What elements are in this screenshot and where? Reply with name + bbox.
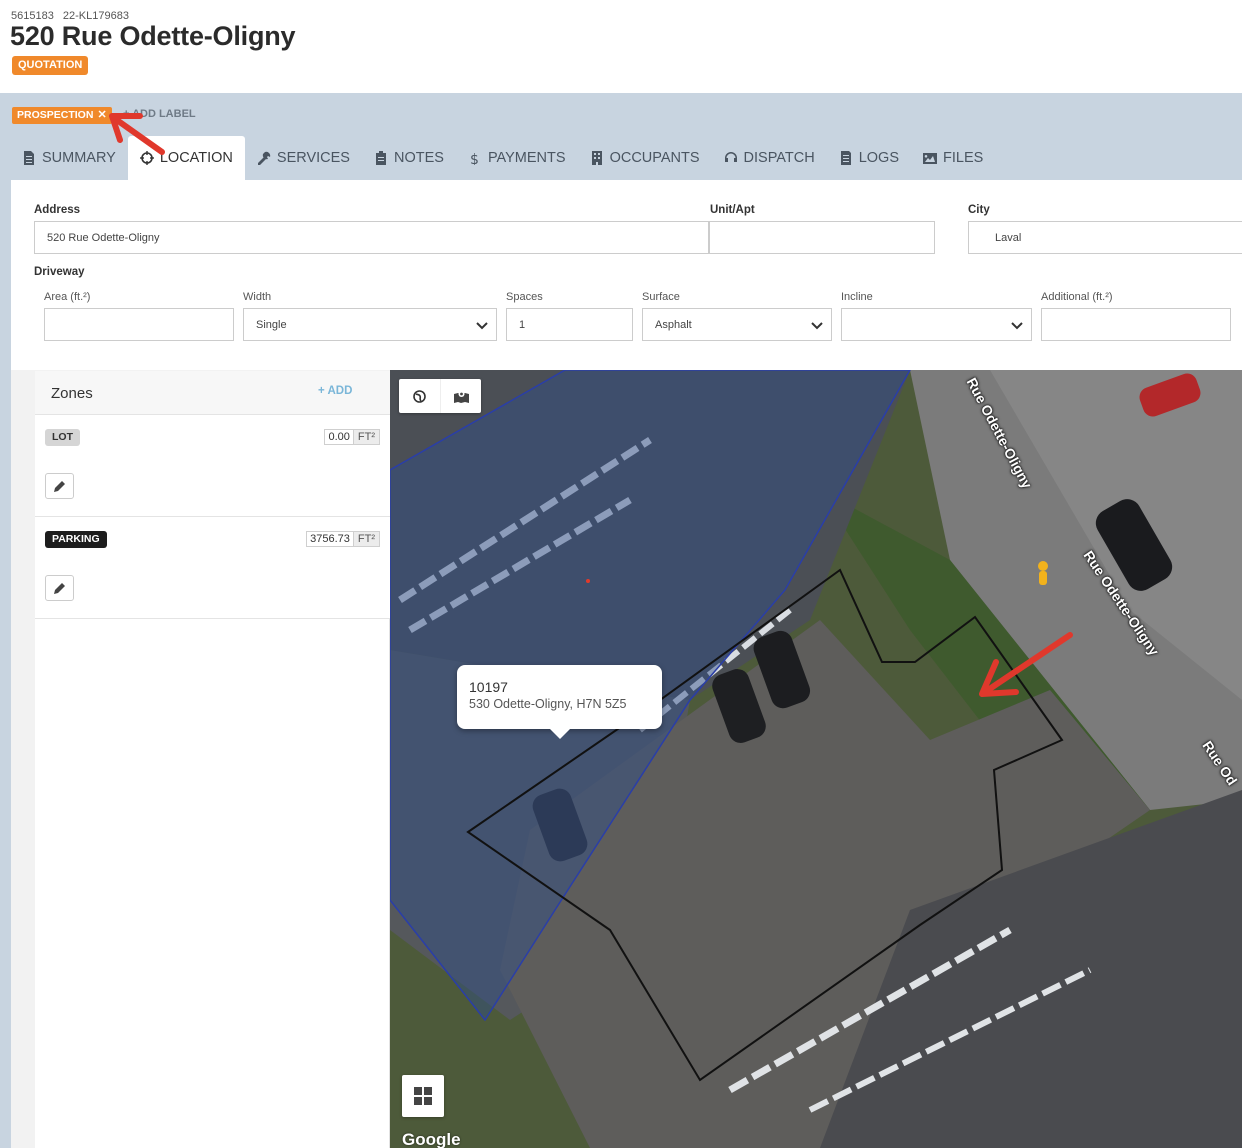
zone-area-value: 3756.73 [307,532,353,546]
page-header: 5615183 22-KL179683 520 Rue Odette-Olign… [0,0,1242,93]
tab-label: NOTES [393,150,444,166]
area-input[interactable] [44,308,234,341]
popup-address: 530 Odette-Oligny, H7N 5Z5 [469,697,627,711]
chevron-down-icon [811,321,823,329]
tab-label: PAYMENTS [487,150,566,166]
annotation-arrow-icon [109,113,165,155]
label-chip-text: PROSPECTION [17,109,94,121]
address-field[interactable]: 520 Rue Odette-Oligny [34,221,709,254]
tab-label: SERVICES [276,150,350,166]
svg-text:$: $ [470,152,479,165]
property-popup: 10197 530 Odette-Oligny, H7N 5Z5 [457,665,662,739]
dollar-icon: $ [470,152,479,165]
zone-badge: PARKING [45,531,107,548]
city-field[interactable]: Laval [968,221,1242,254]
grid-icon [414,1087,432,1105]
unit-field[interactable] [709,221,935,254]
tab-label: FILES [943,150,984,166]
edit-zone-button[interactable] [45,575,74,601]
label-chip-prospection: PROSPECTION ✕ [12,107,112,124]
tab-label: LOCATION [159,150,233,166]
page-title: 520 Rue Odette-Oligny [10,21,296,51]
globe-button[interactable] [399,379,440,413]
additional-input[interactable] [1041,308,1231,341]
wrench-icon [257,151,271,165]
address-label: Address [34,204,81,216]
driveway-label: Driveway [34,266,85,278]
popup-number: 10197 [469,679,508,695]
zone-item-lot: LOT 0.00 FT² [35,415,390,517]
tab-label: DISPATCH [743,150,815,166]
tab-label: LOGS [858,150,899,166]
tab-notes[interactable]: NOTES [362,136,456,180]
zones-header: Zones + ADD [35,371,390,415]
tab-dispatch[interactable]: DISPATCH [712,136,827,180]
globe-icon [413,389,426,403]
building-icon [591,151,602,165]
surface-value: Asphalt [655,318,692,331]
spaces-label: Spaces [506,291,543,303]
tab-occupants[interactable]: OCCUPANTS [578,136,712,180]
width-label: Width [243,291,272,303]
unit-label: Unit/Apt [710,204,755,216]
chevron-down-icon [476,321,488,329]
tab-files[interactable]: FILES [911,136,995,180]
tab-logs[interactable]: LOGS [827,136,911,180]
draw-tools-button[interactable] [402,1075,444,1117]
area-label: Area (ft.²) [44,291,91,303]
zone-area: 0.00 FT² [324,429,380,445]
tab-label: OCCUPANTS [609,150,700,166]
city-value: Laval [995,231,1022,244]
zone-area-unit: FT² [352,532,379,546]
add-zone-button[interactable]: + ADD [318,385,352,397]
spaces-value: 1 [519,318,526,331]
width-select[interactable]: Single [243,308,497,341]
tab-services[interactable]: SERVICES [245,136,362,180]
zone-badge: LOT [45,429,80,446]
surface-select[interactable]: Asphalt [642,308,832,341]
map-marker-icon [453,390,469,403]
city-label: City [968,204,990,216]
location-form [11,180,1242,370]
surface-label: Surface [642,291,680,303]
zones-title: Zones [51,385,93,402]
headset-icon [724,152,737,162]
status-badge: QUOTATION [12,56,89,75]
zone-area-unit: FT² [352,430,379,444]
edit-zone-button[interactable] [45,473,74,499]
zones-panel: Zones + ADD LOT 0.00 FT² PARKING 3756.73… [35,371,390,1148]
zone-area: 3756.73 FT² [306,531,380,547]
image-icon [923,153,937,164]
chevron-down-icon [1011,321,1023,329]
document-icon [24,151,34,165]
incline-select[interactable] [841,308,1032,341]
address-value: 520 Rue Odette-Oligny [47,231,160,244]
pencil-icon [54,582,65,594]
aerial-imagery [390,370,1242,1148]
tab-payments[interactable]: $ PAYMENTS [456,136,578,180]
width-value: Single [256,318,287,331]
satellite-map[interactable]: Rue Odette-Oligny Rue Odette-Oligny Rue … [390,370,1242,1148]
zone-area-value: 0.00 [325,430,353,444]
pencil-icon [54,480,65,492]
spaces-input[interactable]: 1 [506,308,633,341]
map-view-button[interactable] [440,379,481,413]
google-logo: Google [402,1130,461,1148]
additional-label: Additional (ft.²) [1041,291,1113,303]
zone-item-parking: PARKING 3756.73 FT² [35,517,390,619]
list-icon [840,151,851,165]
map-type-controls [399,379,481,413]
clipboard-icon [375,151,386,165]
incline-label: Incline [841,291,873,303]
